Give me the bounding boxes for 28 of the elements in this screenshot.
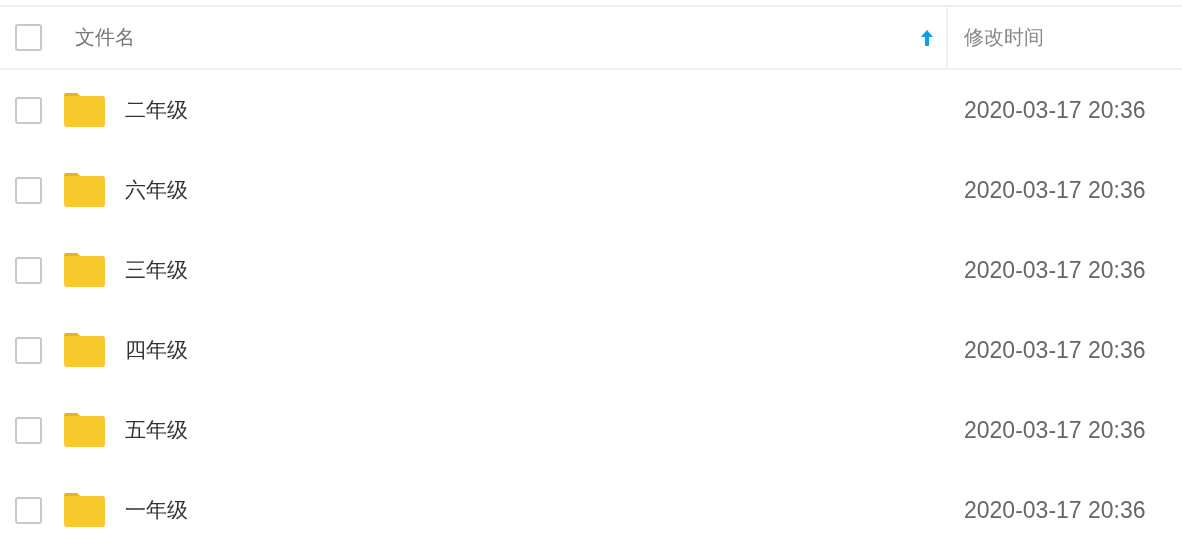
modified-time: 2020-03-17 20:36	[964, 416, 1146, 444]
checkbox[interactable]	[15, 24, 42, 51]
checkbox[interactable]	[15, 176, 42, 204]
folder-name[interactable]: 二年级	[125, 96, 188, 124]
folder-name[interactable]: 六年级	[125, 176, 188, 204]
folder-icon	[64, 333, 105, 367]
modified-time: 2020-03-17 20:36	[964, 176, 1146, 204]
checkbox[interactable]	[15, 416, 42, 444]
folder-name[interactable]: 三年级	[125, 256, 188, 284]
modified-time: 2020-03-17 20:36	[964, 256, 1146, 284]
folder-name[interactable]: 四年级	[125, 336, 188, 364]
folder-icon	[64, 93, 105, 127]
arrow-up-icon[interactable]	[921, 29, 933, 46]
checkbox[interactable]	[15, 96, 42, 124]
modified-time: 2020-03-17 20:36	[964, 336, 1146, 364]
checkbox[interactable]	[15, 256, 42, 284]
checkbox[interactable]	[15, 336, 42, 364]
folder-icon	[64, 173, 105, 207]
folder-name[interactable]: 五年级	[125, 416, 188, 444]
column-header[interactable]: 文件名	[75, 24, 135, 51]
column-header[interactable]: 修改时间	[964, 24, 1044, 51]
modified-time: 2020-03-17 20:36	[964, 496, 1146, 524]
modified-time: 2020-03-17 20:36	[964, 96, 1146, 124]
folder-icon	[64, 253, 105, 287]
checkbox[interactable]	[15, 496, 42, 524]
folder-name[interactable]: 一年级	[125, 496, 188, 524]
folder-icon	[64, 493, 105, 527]
folder-icon	[64, 413, 105, 447]
